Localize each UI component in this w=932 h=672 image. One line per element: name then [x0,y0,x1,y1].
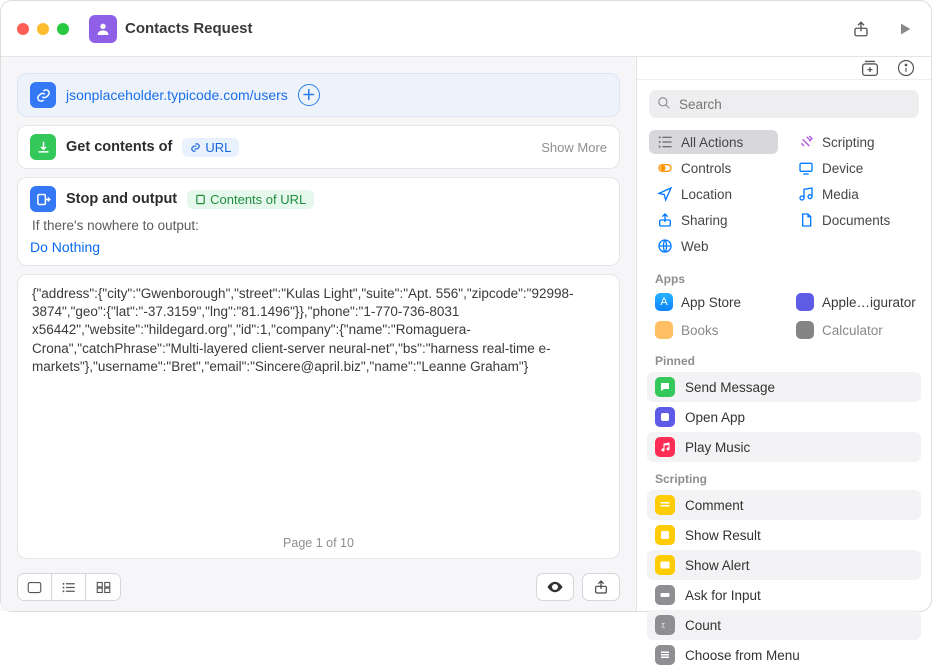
output-icon [30,186,56,212]
quicklook-button[interactable] [536,573,574,601]
download-icon [30,134,56,160]
view-grid-button[interactable] [86,574,120,600]
output-preview: {"address":{"city":"Gwenborough","street… [17,274,620,559]
script-comment[interactable]: Comment [647,490,921,520]
minimize-window[interactable] [37,23,49,35]
app-configurator[interactable]: Apple…igurator [790,290,919,314]
script-show-result[interactable]: Show Result [647,520,921,550]
url-token[interactable]: URL [182,138,239,157]
get-contents-action[interactable]: Get contents of URL Show More [17,125,620,169]
add-url-button[interactable]: ＋ [298,84,320,106]
search-input[interactable] [649,90,919,118]
window-title: Contacts Request [125,20,253,37]
cat-web[interactable]: Web [649,234,778,258]
cat-documents[interactable]: Documents [790,208,919,232]
output-text: {"address":{"city":"Gwenborough","street… [32,285,605,376]
cat-media[interactable]: Media [790,182,919,206]
zoom-window[interactable] [57,23,69,35]
close-window[interactable] [17,23,29,35]
cat-sharing[interactable]: Sharing [649,208,778,232]
url-action[interactable]: jsonplaceholder.typicode.com/users ＋ [17,73,620,117]
pinned-open-app[interactable]: Open App [647,402,921,432]
section-apps: Apps [637,264,931,288]
titlebar: Contacts Request [1,1,931,57]
svg-text:Σ: Σ [662,624,666,630]
share-button[interactable] [851,19,871,39]
action-title: Get contents of [66,139,172,155]
cat-controls[interactable]: Controls [649,156,778,180]
fallback-choice[interactable]: Do Nothing [30,237,607,255]
app-appstore[interactable]: A App Store [649,290,778,314]
section-pinned: Pinned [637,346,931,370]
view-segmented-control [17,573,121,601]
link-icon [30,82,56,108]
library-button[interactable] [859,57,881,79]
workflow-editor: jsonplaceholder.typicode.com/users ＋ Get… [1,57,636,611]
show-more-button[interactable]: Show More [541,140,607,155]
search-icon [657,96,671,110]
page-indicator: Page 1 of 10 [18,535,619,552]
info-button[interactable] [895,57,917,79]
script-choose-menu[interactable]: Choose from Menu [647,640,921,670]
cat-location[interactable]: Location [649,182,778,206]
app-calculator[interactable]: Calculator [790,318,919,342]
stop-output-action[interactable]: Stop and output Contents of URL If there… [17,177,620,266]
share-output-button[interactable] [582,573,620,601]
action-title: Stop and output [66,191,177,207]
script-ask-input[interactable]: Ask for Input [647,580,921,610]
pinned-send-message[interactable]: Send Message [647,372,921,402]
window-controls [17,23,69,35]
script-show-alert[interactable]: Show Alert [647,550,921,580]
pinned-play-music[interactable]: Play Music [647,432,921,462]
view-list-button[interactable] [52,574,86,600]
cat-scripting[interactable]: Scripting [790,130,919,154]
cat-device[interactable]: Device [790,156,919,180]
url-value[interactable]: jsonplaceholder.typicode.com/users [66,87,288,103]
fallback-label: If there's nowhere to output: [30,212,607,237]
category-grid: All Actions Scripting Controls Device Lo… [637,128,931,264]
shortcut-app-icon [89,15,117,43]
editor-footer [17,567,620,603]
contents-token[interactable]: Contents of URL [187,190,314,209]
view-canvas-button[interactable] [18,574,52,600]
cat-all-actions[interactable]: All Actions [649,130,778,154]
sidebar: All Actions Scripting Controls Device Lo… [636,57,931,611]
app-books[interactable]: Books [649,318,778,342]
run-button[interactable] [895,19,915,39]
script-count[interactable]: Σ Count [647,610,921,640]
section-scripting: Scripting [637,464,931,488]
